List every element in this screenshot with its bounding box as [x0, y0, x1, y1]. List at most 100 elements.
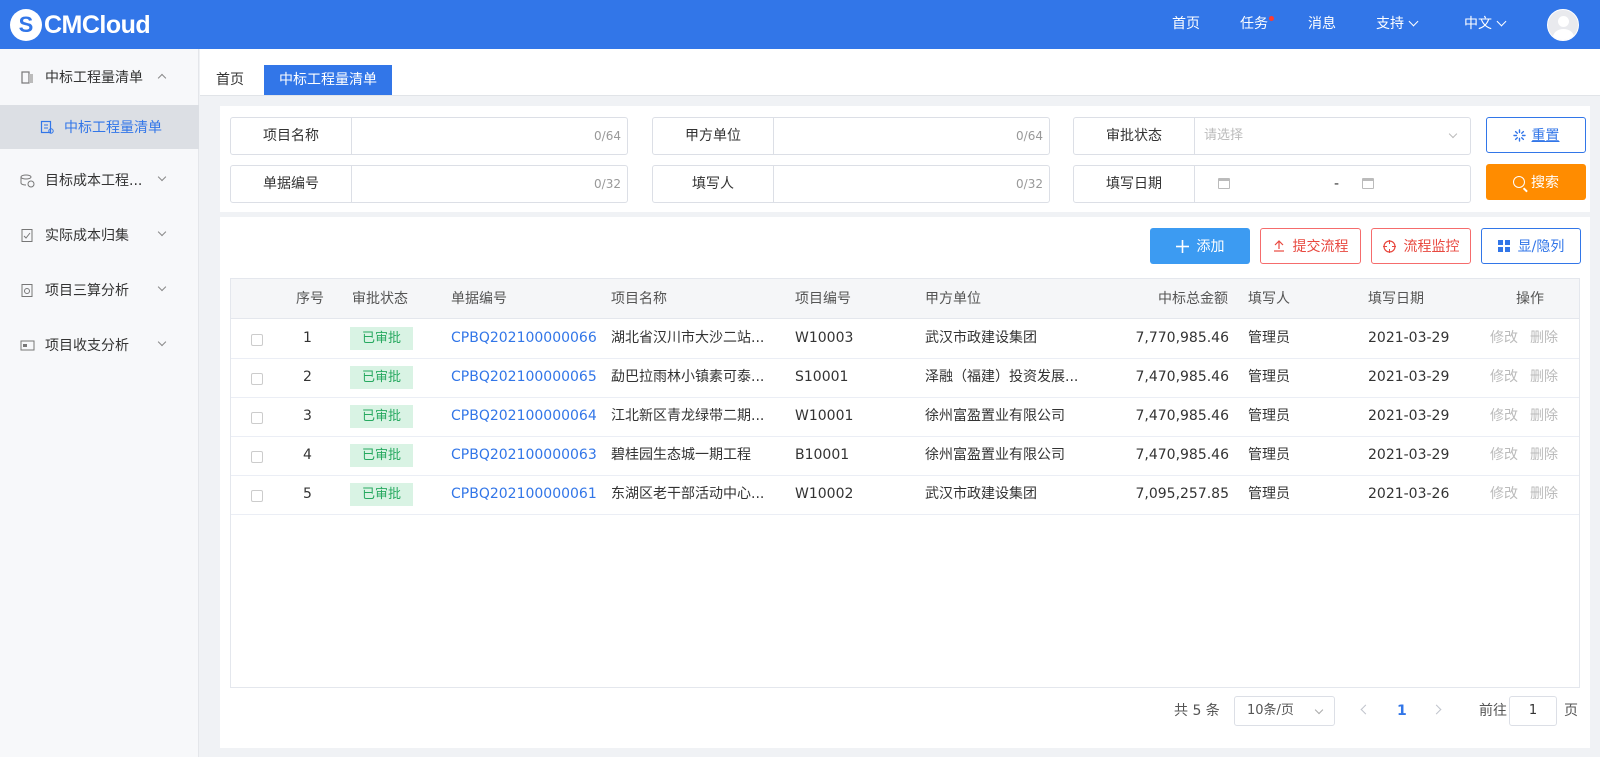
goto-page-input[interactable]: 1 — [1509, 696, 1557, 726]
party-a-field[interactable]: 甲方单位 0/64 — [652, 117, 1050, 155]
sidebar-item-income-expense[interactable]: 项目收支分析 — [0, 321, 199, 369]
cell-doc-no[interactable]: CPBQ202100000064 — [451, 397, 597, 436]
delete-link[interactable]: 删除 — [1530, 319, 1558, 358]
delete-link[interactable]: 删除 — [1530, 436, 1558, 475]
toggle-columns-button[interactable]: 显/隐列 — [1481, 228, 1581, 264]
row-checkbox[interactable] — [251, 334, 263, 346]
cell-date: 2021-03-29 — [1368, 447, 1450, 463]
language-label: 中文 — [1464, 16, 1492, 32]
cell-project-no: S10001 — [795, 369, 849, 385]
page-size-value: 10条/页 — [1247, 703, 1294, 718]
cell-doc-no[interactable]: CPBQ202100000061 — [451, 475, 597, 514]
sidebar-item-actual-cost[interactable]: 实际成本归集 — [0, 211, 199, 259]
col-actions: 操作 — [1516, 291, 1544, 307]
status-badge: 已审批 — [350, 327, 413, 350]
search-icon — [1513, 176, 1525, 188]
user-avatar[interactable] — [1547, 9, 1579, 41]
delete-link[interactable]: 删除 — [1530, 475, 1558, 514]
field-label: 单据编号 — [231, 166, 352, 202]
grid-icon — [1497, 240, 1510, 252]
brand-logo[interactable]: S CMCloud — [10, 8, 151, 42]
col-project: 项目名称 — [611, 291, 667, 307]
cell-project-no: W10001 — [795, 408, 854, 424]
report-icon — [20, 283, 35, 298]
sidebar-item-label: 项目收支分析 — [45, 338, 129, 354]
edit-link[interactable]: 修改 — [1490, 436, 1518, 475]
search-button[interactable]: 搜索 — [1486, 164, 1586, 200]
field-label: 填写日期 — [1074, 166, 1195, 202]
table-row: 已审批 3 CPBQ202100000064 江北新区青龙绿带二期... W10001 徐… — [231, 397, 1579, 437]
tab-bar: 首页 中标工程量清单 — [200, 49, 1600, 96]
row-checkbox[interactable] — [251, 412, 263, 424]
status-badge: 已审批 — [350, 366, 413, 389]
flow-monitor-button[interactable]: 流程监控 — [1371, 228, 1471, 264]
chevron-down-icon — [157, 227, 167, 237]
loading-spinner-icon — [1512, 128, 1526, 142]
chevron-down-icon — [1314, 705, 1324, 715]
chevron-down-icon — [1496, 16, 1507, 27]
cell-project: 东湖区老干部活动中心... — [611, 486, 765, 502]
row-checkbox[interactable] — [251, 451, 263, 463]
char-counter: 0/64 — [1016, 129, 1043, 143]
row-checkbox[interactable] — [251, 373, 263, 385]
tab-home[interactable]: 首页 — [216, 65, 244, 95]
cell-party-a: 武汉市政建设集团 — [925, 330, 1037, 346]
sidebar-item-bid-quantity[interactable]: 中标工程量清单 — [0, 53, 199, 101]
status-badge: 已审批 — [350, 405, 413, 428]
wallet-icon — [20, 338, 35, 353]
field-label: 填写人 — [653, 166, 774, 202]
add-button[interactable]: 添加 — [1150, 228, 1250, 264]
table-row: 已审批 1 CPBQ202100000066 湖北省汉川市大沙二站... W10003 武… — [231, 319, 1579, 359]
calendar-icon[interactable] — [1218, 178, 1230, 189]
chevron-down-icon — [1408, 16, 1419, 27]
reset-button[interactable]: 重置 — [1486, 117, 1586, 153]
notification-dot — [1269, 16, 1274, 21]
nav-tasks-label: 任务 — [1240, 16, 1268, 32]
delete-link[interactable]: 删除 — [1530, 397, 1558, 436]
approval-status-select[interactable]: 审批状态 请选择 — [1073, 117, 1471, 155]
chevron-down-icon — [1448, 129, 1458, 139]
goto-prefix: 前往 — [1479, 703, 1507, 719]
page-size-select[interactable]: 10条/页 — [1234, 696, 1335, 726]
cell-party-a: 泽融（福建）投资发展... — [925, 369, 1079, 385]
filler-field[interactable]: 填写人 0/32 — [652, 165, 1050, 203]
submit-flow-button[interactable]: 提交流程 — [1260, 228, 1361, 264]
nav-messages[interactable]: 消息 — [1308, 0, 1336, 49]
tab-bid-quantity[interactable]: 中标工程量清单 — [264, 65, 392, 95]
edit-link[interactable]: 修改 — [1490, 319, 1518, 358]
nav-support-label: 支持 — [1376, 16, 1404, 32]
row-checkbox[interactable] — [251, 490, 263, 502]
cell-party-a: 武汉市政建设集团 — [925, 486, 1037, 502]
cell-index: 2 — [303, 369, 312, 385]
delete-link[interactable]: 删除 — [1530, 358, 1558, 397]
edit-link[interactable]: 修改 — [1490, 358, 1518, 397]
table-row: 已审批 2 CPBQ202100000065 勐巴拉雨林小镇素可泰... S10001 泽… — [231, 358, 1579, 398]
sidebar: 中标工程量清单 中标工程量清单 目标成本工程... 实际成本归集 项目三算分析 … — [0, 49, 199, 757]
sidebar-item-label: 实际成本归集 — [45, 228, 129, 244]
cell-date: 2021-03-29 — [1368, 330, 1450, 346]
cell-doc-no[interactable]: CPBQ202100000066 — [451, 319, 597, 358]
sidebar-subitem-bid-quantity[interactable]: 中标工程量清单 — [0, 105, 199, 149]
language-switch[interactable]: 中文 — [1464, 0, 1507, 49]
cell-doc-no[interactable]: CPBQ202100000063 — [451, 436, 597, 475]
fill-date-range[interactable]: 填写日期 - — [1073, 165, 1471, 203]
doc-no-field[interactable]: 单据编号 0/32 — [230, 165, 628, 203]
plus-icon — [1175, 239, 1189, 253]
nav-home[interactable]: 首页 — [1172, 0, 1200, 49]
col-index: 序号 — [296, 291, 324, 307]
char-counter: 0/32 — [1016, 177, 1043, 191]
sidebar-item-three-calc[interactable]: 项目三算分析 — [0, 266, 199, 314]
cell-project: 湖北省汉川市大沙二站... — [611, 330, 765, 346]
cell-doc-no[interactable]: CPBQ202100000065 — [451, 358, 597, 397]
nav-tasks[interactable]: 任务 — [1240, 0, 1274, 49]
current-page[interactable]: 1 — [1397, 697, 1407, 725]
edit-link[interactable]: 修改 — [1490, 475, 1518, 514]
edit-link[interactable]: 修改 — [1490, 397, 1518, 436]
toggle-columns-label: 显/隐列 — [1517, 239, 1565, 255]
project-name-field[interactable]: 项目名称 0/64 — [230, 117, 628, 155]
cell-index: 5 — [303, 486, 312, 502]
col-project-no: 项目编号 — [795, 291, 851, 307]
sidebar-item-target-cost[interactable]: 目标成本工程... — [0, 156, 199, 204]
calendar-icon[interactable] — [1362, 178, 1374, 189]
nav-support[interactable]: 支持 — [1376, 0, 1419, 49]
